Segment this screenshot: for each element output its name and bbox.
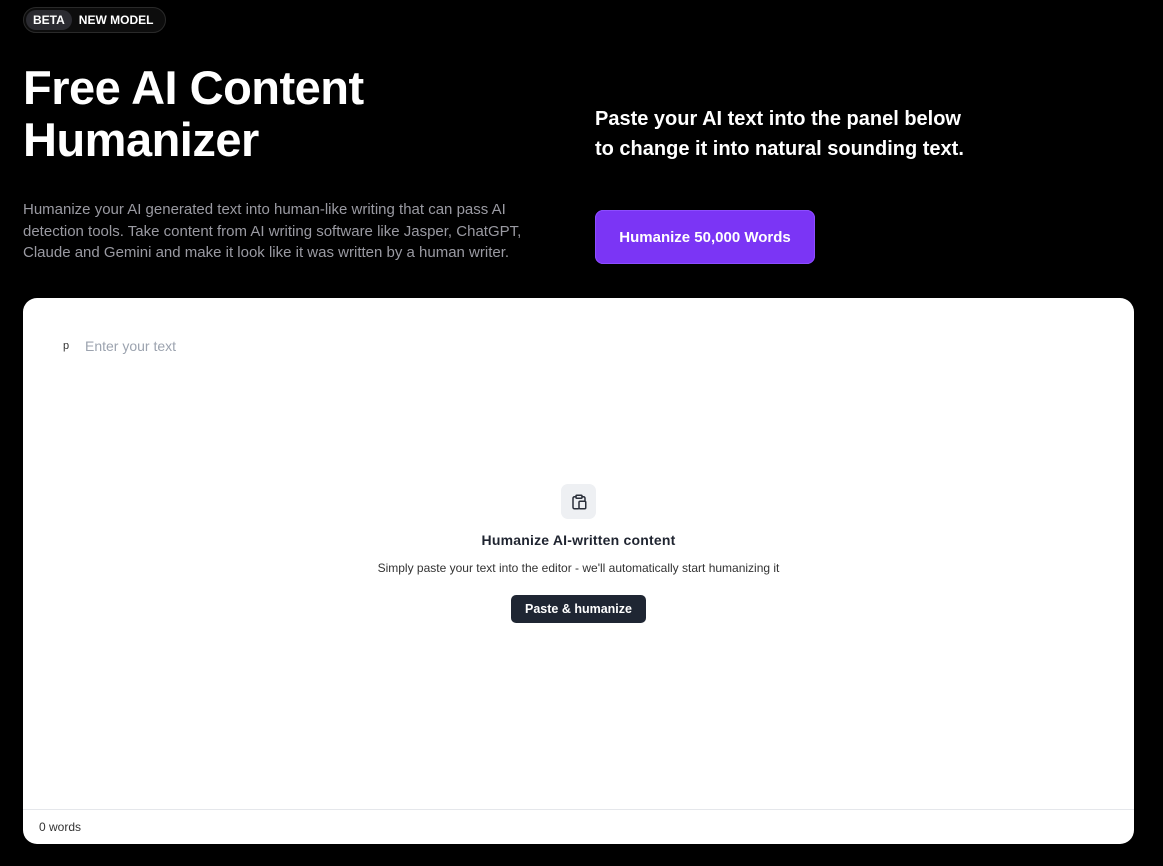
humanize-words-button[interactable]: Humanize 50,000 Words <box>595 210 815 264</box>
empty-state-title: Humanize AI-written content <box>481 532 676 548</box>
new-model-label: NEW MODEL <box>78 13 154 27</box>
beta-label: BETA <box>26 10 72 30</box>
paragraph-tag: p <box>63 340 70 352</box>
paste-humanize-button[interactable]: Paste & humanize <box>511 595 646 623</box>
hero-description: Humanize your AI generated text into hum… <box>23 201 522 261</box>
editor-placeholder[interactable]: Enter your text <box>85 338 176 354</box>
clipboard-icon <box>561 484 596 519</box>
cta-text-line2: to change it into natural sounding text. <box>595 138 964 160</box>
page-title-line2: Humanizer <box>23 113 259 166</box>
empty-state-subtitle: Simply paste your text into the editor -… <box>377 561 780 575</box>
word-count: 0 words <box>39 820 82 834</box>
empty-state: Humanize AI-written content Simply paste… <box>23 484 1134 623</box>
editor-panel: p Enter your text Humanize AI-written co… <box>23 298 1134 844</box>
editor-footer: 0 words <box>23 809 1134 844</box>
editor-input[interactable]: p Enter your text <box>63 338 176 354</box>
cta-text-line1: Paste your AI text into the panel below <box>595 108 961 130</box>
cta-text: Paste your AI text into the panel below … <box>595 104 995 164</box>
model-badge: BETA NEW MODEL <box>23 7 167 33</box>
page-title-line1: Free AI Content <box>23 61 364 114</box>
page-title: Free AI Content Humanizer <box>23 62 443 166</box>
